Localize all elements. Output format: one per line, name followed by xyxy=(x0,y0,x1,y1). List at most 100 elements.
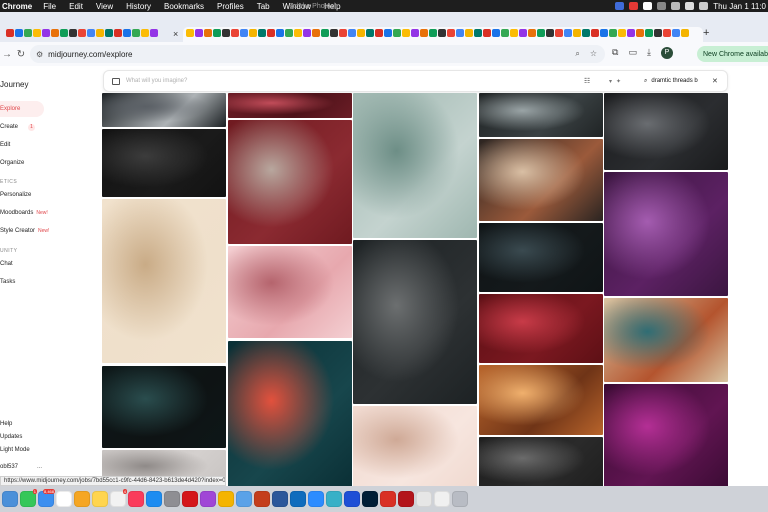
tab-favicon[interactable] xyxy=(519,29,527,37)
tab-favicon[interactable] xyxy=(42,29,50,37)
trash-icon[interactable] xyxy=(452,491,468,507)
tab-favicon[interactable] xyxy=(582,29,590,37)
tab-favicon[interactable] xyxy=(357,29,365,37)
chrome-icon[interactable] xyxy=(218,491,234,507)
tab-favicon[interactable] xyxy=(204,29,212,37)
url-text[interactable]: midjourney.com/explore xyxy=(48,50,132,59)
tab-favicon[interactable] xyxy=(411,29,419,37)
tab-favicon[interactable] xyxy=(51,29,59,37)
status-app-icon[interactable] xyxy=(615,2,625,10)
tab-favicon[interactable] xyxy=(294,29,302,37)
tab-favicon[interactable] xyxy=(375,29,383,37)
word-icon[interactable] xyxy=(272,491,288,507)
tab-favicon[interactable] xyxy=(276,29,284,37)
photos-icon[interactable] xyxy=(74,491,90,507)
tab-favicon[interactable] xyxy=(123,29,131,37)
extensions-icon[interactable]: ⧉ xyxy=(612,47,618,59)
gallery-image-charcoal-fabric-folds[interactable] xyxy=(102,129,226,197)
gallery-image-crimson-satin[interactable] xyxy=(479,294,603,363)
tab-favicon[interactable] xyxy=(528,29,536,37)
menu-tab[interactable]: Tab xyxy=(257,2,270,11)
sidebar-item-organize[interactable]: Organize xyxy=(0,155,44,171)
acrobat-reader-icon[interactable] xyxy=(398,491,414,507)
new-chrome-button[interactable]: New Chrome available xyxy=(697,46,768,62)
prompt-input[interactable]: What will you imagine? xyxy=(126,78,187,84)
tab-favicon[interactable] xyxy=(492,29,500,37)
tab-favicon[interactable] xyxy=(87,29,95,37)
tab-favicon[interactable] xyxy=(645,29,653,37)
messages-icon[interactable]: 1 xyxy=(20,489,37,507)
tab-favicon[interactable] xyxy=(546,29,554,37)
sidebar-item-chat[interactable]: Chat xyxy=(0,256,44,272)
tab-favicon[interactable] xyxy=(456,29,464,37)
system-settings-icon[interactable] xyxy=(164,491,180,507)
menu-view[interactable]: View xyxy=(96,2,113,11)
tab-favicon[interactable] xyxy=(564,29,572,37)
tab-favicon[interactable] xyxy=(447,29,455,37)
file-icon[interactable] xyxy=(434,491,450,507)
more-options-icon[interactable]: ... xyxy=(37,464,42,470)
tab-favicon[interactable] xyxy=(222,29,230,37)
menu-file[interactable]: File xyxy=(43,2,56,11)
gallery-image-dark-grey-drape[interactable] xyxy=(479,437,603,486)
menu-history[interactable]: History xyxy=(126,2,151,11)
app-menu[interactable]: Chrome xyxy=(2,2,32,11)
battery-icon[interactable] xyxy=(699,2,709,10)
tab-favicon[interactable] xyxy=(141,29,149,37)
clear-search-button[interactable]: ✕ xyxy=(712,77,718,85)
tab-favicon[interactable] xyxy=(618,29,626,37)
tab-favicon[interactable] xyxy=(681,29,689,37)
tab-favicon[interactable] xyxy=(537,29,545,37)
reload-icon[interactable]: ↻ xyxy=(14,49,28,60)
tab-favicon[interactable] xyxy=(600,29,608,37)
tab-favicon[interactable] xyxy=(78,29,86,37)
tab-favicon[interactable] xyxy=(231,29,239,37)
tab-favicon[interactable] xyxy=(258,29,266,37)
tab-favicon[interactable] xyxy=(654,29,662,37)
pdf-viewer-icon[interactable] xyxy=(380,491,396,507)
gallery-image-purple-silk-swirls[interactable] xyxy=(604,172,728,296)
sparkle-icon[interactable]: ✦ xyxy=(616,78,621,85)
calendar-icon[interactable] xyxy=(56,491,72,507)
gallery-image-dark-figure-teal-drape[interactable] xyxy=(102,366,226,448)
tab-favicon[interactable] xyxy=(438,29,446,37)
gallery-image-magenta-orbs[interactable] xyxy=(604,384,728,486)
reminders-icon[interactable]: 4 xyxy=(110,489,127,507)
zoom-icon[interactable] xyxy=(308,491,324,507)
gallery-image-black-velvet-texture[interactable] xyxy=(604,93,728,170)
vpn-icon[interactable] xyxy=(344,491,360,507)
tab-favicon[interactable] xyxy=(609,29,617,37)
cloud-icon[interactable] xyxy=(671,2,681,10)
tab-favicon[interactable] xyxy=(627,29,635,37)
app-store-icon[interactable] xyxy=(146,491,162,507)
tab-favicon[interactable] xyxy=(501,29,509,37)
podcasts-icon[interactable] xyxy=(200,491,216,507)
tab-favicon[interactable] xyxy=(402,29,410,37)
gallery-image-figure-in-dark-room[interactable] xyxy=(102,93,226,127)
address-bar[interactable]: ⚙ midjourney.com/explore ⌕ ☆ xyxy=(30,45,605,63)
filter-controls[interactable]: ▾ ✦ xyxy=(609,78,621,85)
mail-icon[interactable]: 8,468 xyxy=(38,489,55,507)
tab-favicon[interactable] xyxy=(114,29,122,37)
tab-favicon[interactable] xyxy=(348,29,356,37)
sidebar-item-tasks[interactable]: Tasks xyxy=(0,274,44,290)
tab-favicon[interactable] xyxy=(24,29,32,37)
tab-favicon[interactable] xyxy=(33,29,41,37)
tab-favicon[interactable] xyxy=(483,29,491,37)
download-icon[interactable]: ⤓ xyxy=(647,47,651,59)
menu-profiles[interactable]: Profiles xyxy=(217,2,244,11)
menu-edit[interactable]: Edit xyxy=(69,2,83,11)
gallery-image-woman-profile-sage[interactable] xyxy=(353,93,477,238)
tab-favicon[interactable] xyxy=(285,29,293,37)
tab-favicon[interactable] xyxy=(150,29,158,37)
zoom-search-icon[interactable]: ⌕ xyxy=(575,49,579,59)
sidebar-item-style-creator[interactable]: Style Creator New! xyxy=(0,223,60,239)
gallery-image-woman-patterned-robe[interactable] xyxy=(604,298,728,382)
gallery-image-cream-silk-with-pearls[interactable] xyxy=(102,199,226,363)
tab-favicons[interactable] xyxy=(186,29,689,39)
outlook-icon[interactable] xyxy=(290,491,306,507)
image-upload-icon[interactable] xyxy=(112,77,120,85)
tab-favicon[interactable] xyxy=(69,29,77,37)
music-icon[interactable] xyxy=(128,491,144,507)
tab-favicon[interactable] xyxy=(555,29,563,37)
